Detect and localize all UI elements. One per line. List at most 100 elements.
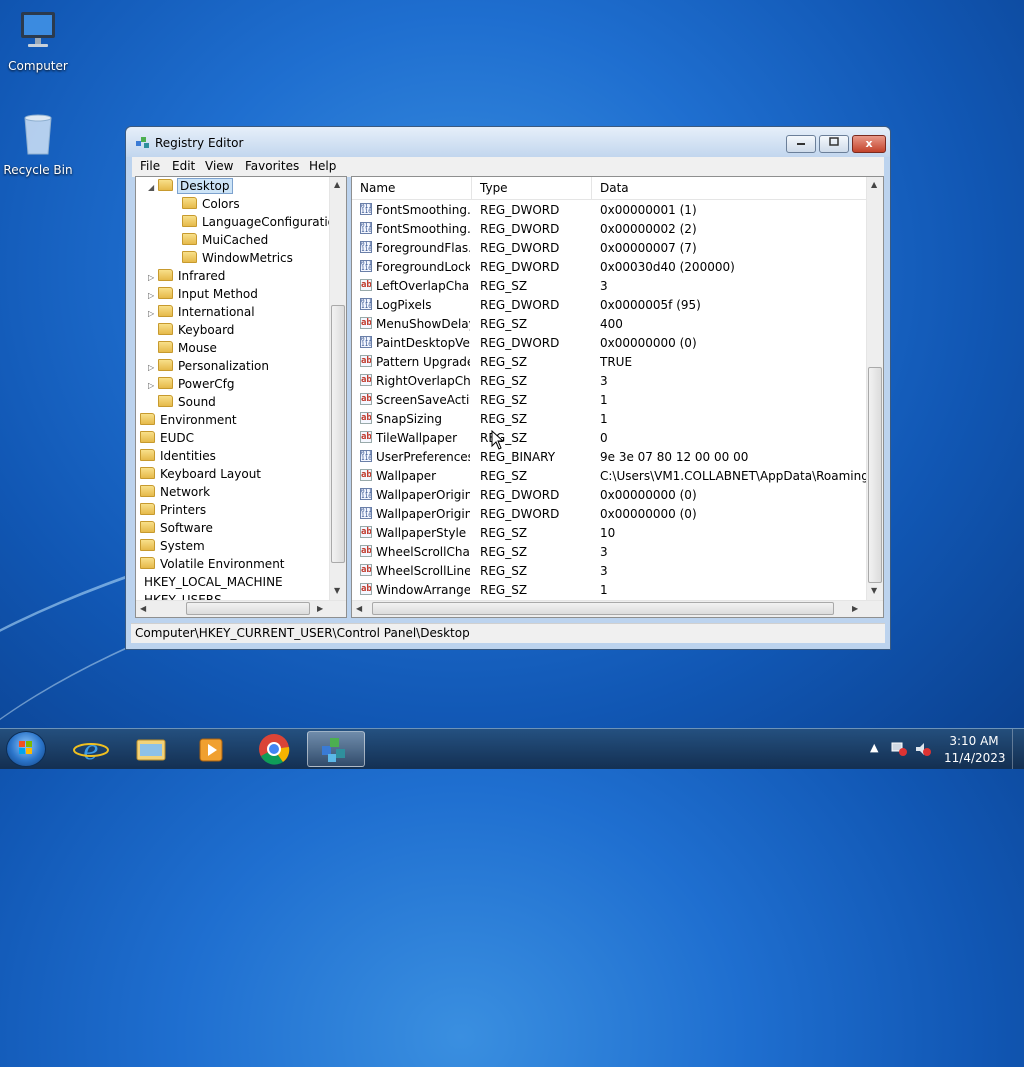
key-tree-pane[interactable]: ◢ Desktop Colors LanguageConfiguration Mu…: [135, 176, 347, 618]
value-row[interactable]: ab WheelScrollChars REG_SZ 3: [352, 543, 868, 562]
menu-file[interactable]: File: [140, 159, 160, 173]
value-row[interactable]: ab Pattern Upgrade REG_SZ TRUE: [352, 353, 868, 372]
scrollbar-thumb[interactable]: [372, 602, 834, 615]
tree-item-sound[interactable]: Sound: [158, 393, 216, 411]
value-row[interactable]: 011110 PaintDesktopVer... REG_DWORD 0x00000…: [352, 334, 868, 353]
tree-item-input-method[interactable]: ▷ Input Method: [148, 285, 258, 303]
tree-item-colors[interactable]: Colors: [182, 195, 240, 213]
tree-vertical-scrollbar[interactable]: ▲ ▼: [329, 177, 346, 600]
maximize-button[interactable]: [819, 135, 849, 153]
menu-view[interactable]: View: [205, 159, 233, 173]
column-header-name[interactable]: Name: [352, 177, 472, 199]
values-list-pane[interactable]: Name Type Data 011 110 FontSmoothing... REG…: [351, 176, 884, 618]
scroll-right-arrow-icon[interactable]: ▶: [852, 604, 858, 613]
value-row[interactable]: ab ScreenSaveActive REG_SZ 1: [352, 391, 868, 410]
scroll-down-arrow-icon[interactable]: ▼: [334, 586, 340, 595]
value-row[interactable]: 011 110 ForegroundFlas... REG_DWORD 0x000000…: [352, 239, 868, 258]
registry-editor-icon: [135, 135, 151, 151]
tree-item-powercfg[interactable]: ▷ PowerCfg: [148, 375, 235, 393]
menu-favorites[interactable]: Favorites: [245, 159, 299, 173]
taskbar-registry-editor[interactable]: [307, 731, 365, 767]
tree-item-desktop[interactable]: ◢ Desktop: [148, 177, 233, 197]
tree-item-network[interactable]: Network: [140, 483, 210, 501]
tree-item-printers[interactable]: Printers: [140, 501, 206, 519]
system-clock[interactable]: 3:10 AM 11/4/2023: [944, 733, 1006, 767]
folder-explorer-icon: [136, 739, 166, 761]
scrollbar-thumb[interactable]: [868, 367, 882, 583]
binary-value-icon: 011 110: [360, 298, 372, 310]
menu-help[interactable]: Help: [309, 159, 336, 173]
list-horizontal-scrollbar[interactable]: ◀ ▶: [352, 600, 883, 617]
scroll-down-arrow-icon[interactable]: ▼: [871, 586, 877, 595]
network-icon[interactable]: [890, 741, 908, 760]
tree-item-hkey-local-machine[interactable]: HKEY_LOCAL_MACHINE: [144, 573, 283, 591]
tree-horizontal-scrollbar[interactable]: ◀ ▶: [136, 600, 346, 617]
value-data: 0x00000007 (7): [600, 241, 697, 255]
tree-item-volatile-environment[interactable]: Volatile Environment: [140, 555, 285, 573]
volume-muted-icon[interactable]: [914, 741, 932, 760]
scroll-up-arrow-icon[interactable]: ▲: [334, 180, 340, 189]
tree-item-mouse[interactable]: Mouse: [158, 339, 217, 357]
column-header-data[interactable]: Data: [592, 177, 868, 199]
expand-arrow-icon[interactable]: ▷: [148, 377, 158, 395]
start-button[interactable]: [6, 731, 46, 767]
tree-item-windowmetrics[interactable]: WindowMetrics: [182, 249, 293, 267]
tree-item-personalization[interactable]: ▷ Personalization: [148, 357, 269, 375]
binary-value-icon: 011 110: [360, 241, 372, 253]
tree-item-eudc[interactable]: EUDC: [140, 429, 194, 447]
taskbar-internet-explorer[interactable]: e: [62, 731, 120, 767]
tree-item-environment[interactable]: Environment: [140, 411, 237, 429]
string-value-icon: ab: [360, 393, 372, 405]
list-vertical-scrollbar[interactable]: ▲ ▼: [866, 177, 883, 600]
tree-item-identities[interactable]: Identities: [140, 447, 216, 465]
value-name: ab WallpaperStyle: [360, 524, 470, 543]
scroll-left-arrow-icon[interactable]: ◀: [356, 604, 362, 613]
collapse-arrow-icon[interactable]: ◢: [148, 179, 158, 197]
scroll-left-arrow-icon[interactable]: ◀: [140, 604, 146, 613]
show-desktop-button[interactable]: [1012, 729, 1024, 769]
value-row[interactable]: 011110 ForegroundLock... REG_DWORD 0x00030d…: [352, 258, 868, 277]
tree-item-keyboard[interactable]: Keyboard: [158, 321, 234, 339]
show-hidden-icons-arrow[interactable]: ▲: [870, 741, 878, 754]
string-value-icon: ab: [360, 317, 372, 329]
value-row[interactable]: ab WheelScrollLines REG_SZ 3: [352, 562, 868, 581]
binary-value-icon: 011 110: [360, 450, 372, 462]
value-row[interactable]: ab RightOverlapCh... REG_SZ 3: [352, 372, 868, 391]
value-row[interactable]: 011 110 WallpaperOriginY REG_DWORD 0x0000000…: [352, 505, 868, 524]
tree-item-infrared[interactable]: ▷ Infrared: [148, 267, 225, 285]
minimize-button[interactable]: [786, 135, 816, 153]
value-row[interactable]: 011110UserPreferences...REG_BINARY9e 3e …: [352, 448, 868, 467]
column-header-type[interactable]: Type: [472, 177, 592, 199]
value-row[interactable]: 011 110 LogPixels REG_DWORD 0x0000005f (95): [352, 296, 868, 315]
desktop-icon-recycle-bin[interactable]: Recycle Bin: [0, 110, 76, 177]
scrollbar-thumb[interactable]: [331, 305, 345, 563]
tree-item-muicached[interactable]: MuiCached: [182, 231, 268, 249]
menu-edit[interactable]: Edit: [172, 159, 195, 173]
close-button[interactable]: x: [852, 135, 886, 153]
value-row[interactable]: ab WallpaperStyle REG_SZ 10: [352, 524, 868, 543]
tree-item-keyboard-layout[interactable]: Keyboard Layout: [140, 465, 261, 483]
tree-item-languageconfiguration[interactable]: LanguageConfiguration: [182, 213, 343, 231]
value-row[interactable]: ab TileWallpaper REG_SZ 0: [352, 429, 868, 448]
title-bar[interactable]: Registry Editor x: [126, 127, 890, 157]
scroll-up-arrow-icon[interactable]: ▲: [871, 180, 877, 189]
expand-arrow-icon[interactable]: ▷: [148, 305, 158, 323]
taskbar-media-player[interactable]: [182, 731, 240, 767]
value-row[interactable]: 011 110 FontSmoothing... REG_DWORD 0x0000000…: [352, 220, 868, 239]
value-row[interactable]: ab MenuShowDelay REG_SZ 400: [352, 315, 868, 334]
desktop-icon-computer[interactable]: Computer: [0, 8, 76, 73]
value-row[interactable]: ab WindowArrange... REG_SZ 1: [352, 581, 868, 600]
scrollbar-thumb[interactable]: [186, 602, 310, 615]
value-row[interactable]: 011110 WallpaperOriginX REG_DWORD 0x0000000…: [352, 486, 868, 505]
value-row[interactable]: ab SnapSizing REG_SZ 1: [352, 410, 868, 429]
tree-item-system[interactable]: System: [140, 537, 205, 555]
taskbar-chrome[interactable]: [245, 731, 303, 767]
taskbar-windows-explorer[interactable]: [122, 731, 180, 767]
value-row[interactable]: ab Wallpaper REG_SZ C:\Users\VM1.COLLABNET\…: [352, 467, 870, 486]
value-row[interactable]: 011 110 FontSmoothing... REG_DWORD 0x0000000…: [352, 201, 868, 220]
tree-item-software[interactable]: Software: [140, 519, 213, 537]
value-data: 0x00030d40 (200000): [600, 260, 735, 274]
tree-item-international[interactable]: ▷ International: [148, 303, 255, 321]
value-row[interactable]: ab LeftOverlapChars REG_SZ 3: [352, 277, 868, 296]
scroll-right-arrow-icon[interactable]: ▶: [317, 604, 323, 613]
